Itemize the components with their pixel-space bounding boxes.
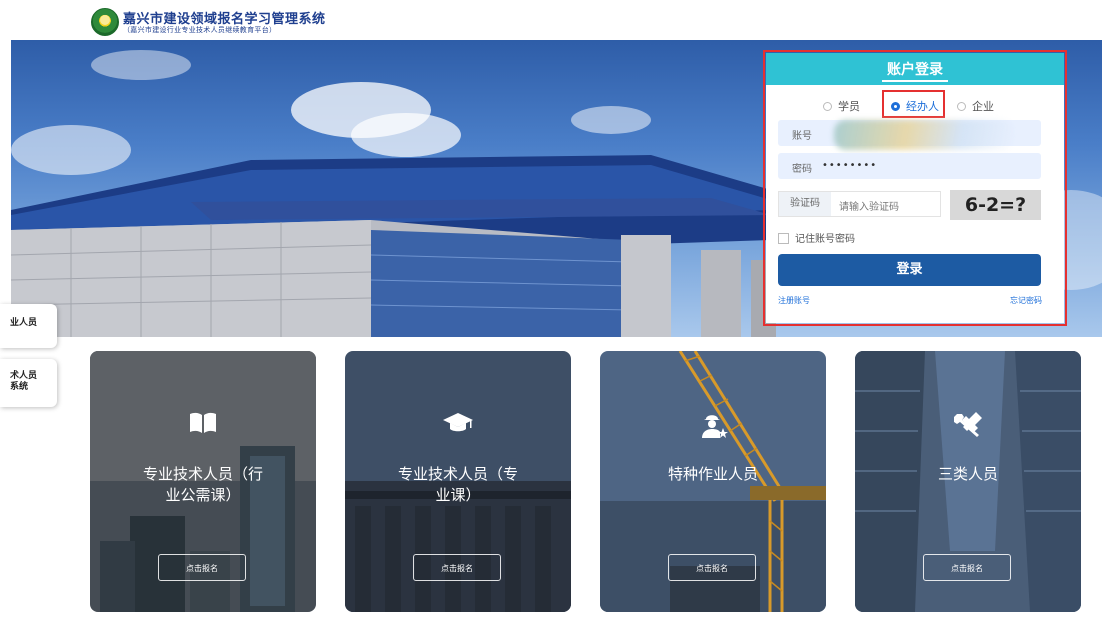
login-button[interactable]: 登录: [778, 254, 1041, 286]
radio-icon: [823, 101, 832, 111]
card-title: 特种作业人员: [600, 464, 826, 485]
card-title-line1: 三类人员: [937, 465, 998, 483]
login-panel: 账户登录 学员 经办人 企业 账号 密码 •••••••• 验证码 请输入验证码…: [766, 53, 1064, 323]
side-tab-line1: 术人员: [10, 371, 38, 381]
card-title: 专业技术人员（行 业公需课）: [90, 464, 316, 506]
site-header: 嘉兴市建设领域报名学习管理系统 （嘉兴市建设行业专业技术人员继续教育平台）: [0, 0, 1113, 40]
worker-icon: [600, 411, 826, 445]
card-title-line1: 专业技术人员（专: [397, 465, 518, 483]
password-value: ••••••••: [822, 160, 878, 171]
role-highlight-box: [882, 90, 945, 118]
card-professional-specialty-course[interactable]: 专业技术人员（专 业课） 点击报名: [345, 351, 571, 612]
captcha-label: 验证码: [779, 192, 831, 216]
role-company-label: 企业: [972, 100, 994, 113]
side-tab-personnel[interactable]: 业人员: [0, 304, 57, 348]
site-subtitle: （嘉兴市建设行业专业技术人员继续教育平台）: [123, 26, 277, 34]
side-tab-line2: 系统: [10, 382, 29, 392]
register-button[interactable]: 点击报名: [923, 554, 1011, 581]
checkbox-icon: [778, 232, 789, 244]
card-title-line1: 专业技术人员（行: [142, 465, 263, 483]
account-label: 账号: [792, 131, 812, 142]
card-title-line2: 业公需课）: [165, 486, 241, 504]
login-title: 账户登录: [887, 62, 943, 78]
register-button[interactable]: 点击报名: [668, 554, 756, 581]
password-label: 密码: [792, 164, 812, 175]
register-button[interactable]: 点击报名: [158, 554, 246, 581]
register-link[interactable]: 注册账号: [778, 295, 810, 306]
card-special-operations[interactable]: 特种作业人员 点击报名: [600, 351, 826, 612]
role-company-radio[interactable]: 企业: [957, 97, 994, 117]
title-underline: [882, 80, 948, 82]
card-professional-public-course[interactable]: 专业技术人员（行 业公需课） 点击报名: [90, 351, 316, 612]
book-icon: [90, 411, 316, 439]
role-student-label: 学员: [838, 100, 860, 113]
remember-checkbox[interactable]: 记住账号密码: [778, 230, 855, 245]
card-title: 三类人员: [855, 464, 1081, 485]
captcha-placeholder: 请输入验证码: [839, 202, 899, 213]
remember-label: 记住账号密码: [795, 234, 855, 245]
captcha-image[interactable]: 6-2=?: [950, 190, 1041, 220]
card-title: 专业技术人员（专 业课）: [345, 464, 571, 506]
radio-icon: [957, 101, 966, 111]
password-input[interactable]: 密码 ••••••••: [778, 153, 1041, 179]
tools-icon: [855, 411, 1081, 443]
card-three-categories[interactable]: 三类人员 点击报名: [855, 351, 1081, 612]
side-tab-technical-system[interactable]: 术人员 系统: [0, 359, 57, 407]
card-title-line2: 业课）: [435, 486, 481, 504]
account-input[interactable]: 账号: [778, 120, 1041, 150]
redacted-account-value: [834, 120, 1014, 150]
role-student-radio[interactable]: 学员: [823, 97, 860, 117]
login-header: 账户登录: [766, 53, 1064, 85]
graduation-cap-icon: [345, 411, 571, 439]
forgot-password-link[interactable]: 忘记密码: [1010, 295, 1042, 306]
captcha-input[interactable]: 验证码 请输入验证码: [778, 191, 941, 217]
side-tab-label: 业人员: [10, 318, 38, 328]
site-logo-icon: [91, 8, 119, 36]
register-button[interactable]: 点击报名: [413, 554, 501, 581]
card-title-line1: 特种作业人员: [667, 465, 758, 483]
